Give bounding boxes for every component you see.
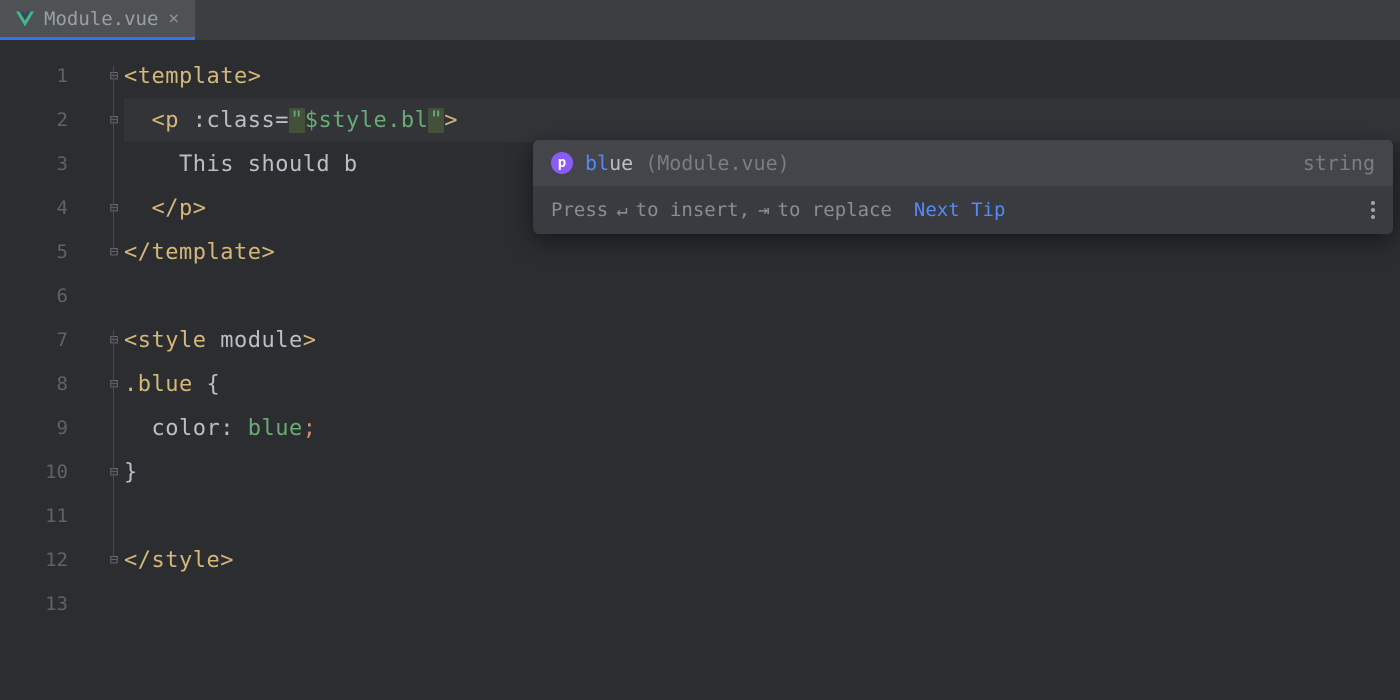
code-line: </style> — [124, 538, 1400, 582]
fold-end: ⊟ — [104, 186, 124, 230]
code-line: <template> — [124, 54, 1400, 98]
fold-toggle[interactable]: ⊟ — [104, 54, 124, 98]
fold-end: ⊟ — [104, 450, 124, 494]
code-line: color: blue; — [124, 406, 1400, 450]
next-tip-link[interactable]: Next Tip — [914, 199, 1006, 221]
fold-toggle[interactable]: ⊟ — [104, 98, 124, 142]
completion-label: blue — [585, 151, 633, 175]
tab-filename: Module.vue — [44, 8, 158, 30]
completion-popup: p blue (Module.vue) string Press ↵ to in… — [533, 140, 1393, 234]
code-line — [124, 582, 1400, 626]
fold-end: ⊟ — [104, 230, 124, 274]
line-number[interactable]: 8 — [0, 362, 104, 406]
tab-bar: Module.vue × — [0, 0, 1400, 40]
line-number[interactable]: 2 — [0, 98, 104, 142]
line-number[interactable]: 9 — [0, 406, 104, 450]
tab-key-icon: ⇥ — [758, 199, 769, 221]
code-line — [124, 494, 1400, 538]
code-line: </template> — [124, 230, 1400, 274]
code-line: <p :class="$style.bl"> — [124, 98, 1400, 142]
tab-module-vue[interactable]: Module.vue × — [0, 0, 195, 40]
completion-origin: (Module.vue) — [645, 151, 790, 175]
fold-toggle[interactable]: ⊟ — [104, 318, 124, 362]
completion-item[interactable]: p blue (Module.vue) string — [533, 140, 1393, 186]
fold-end: ⊟ — [104, 538, 124, 582]
enter-key-icon: ↵ — [616, 199, 627, 221]
code-line: <style module> — [124, 318, 1400, 362]
close-icon[interactable]: × — [168, 8, 179, 29]
line-number[interactable]: 5 — [0, 230, 104, 274]
line-number[interactable]: 12 — [0, 538, 104, 582]
line-number[interactable]: 7 — [0, 318, 104, 362]
line-number[interactable]: 6 — [0, 274, 104, 318]
code-line — [124, 274, 1400, 318]
line-number[interactable]: 11 — [0, 494, 104, 538]
property-icon: p — [551, 152, 573, 174]
completion-footer: Press ↵ to insert, ⇥ to replace Next Tip — [533, 186, 1393, 234]
fold-column: ⊟ ⊟ ⊟ ⊟ ⊟ ⊟ ⊟ ⊟ — [104, 40, 124, 700]
completion-type: string — [1303, 151, 1375, 175]
code-area[interactable]: <template> <p :class="$style.bl"> This s… — [124, 40, 1400, 700]
code-line: } — [124, 450, 1400, 494]
line-number[interactable]: 10 — [0, 450, 104, 494]
code-line: .blue { — [124, 362, 1400, 406]
editor: 1 2 3 4 5 6 7 8 9 10 11 12 13 ⊟ ⊟ ⊟ ⊟ ⊟ … — [0, 40, 1400, 700]
kebab-menu-icon[interactable] — [1371, 198, 1375, 222]
line-number[interactable]: 4 — [0, 186, 104, 230]
fold-toggle[interactable]: ⊟ — [104, 362, 124, 406]
line-number[interactable]: 13 — [0, 582, 104, 626]
line-number[interactable]: 3 — [0, 142, 104, 186]
gutter: 1 2 3 4 5 6 7 8 9 10 11 12 13 — [0, 40, 104, 700]
line-number[interactable]: 1 — [0, 54, 104, 98]
vue-icon — [16, 11, 34, 27]
